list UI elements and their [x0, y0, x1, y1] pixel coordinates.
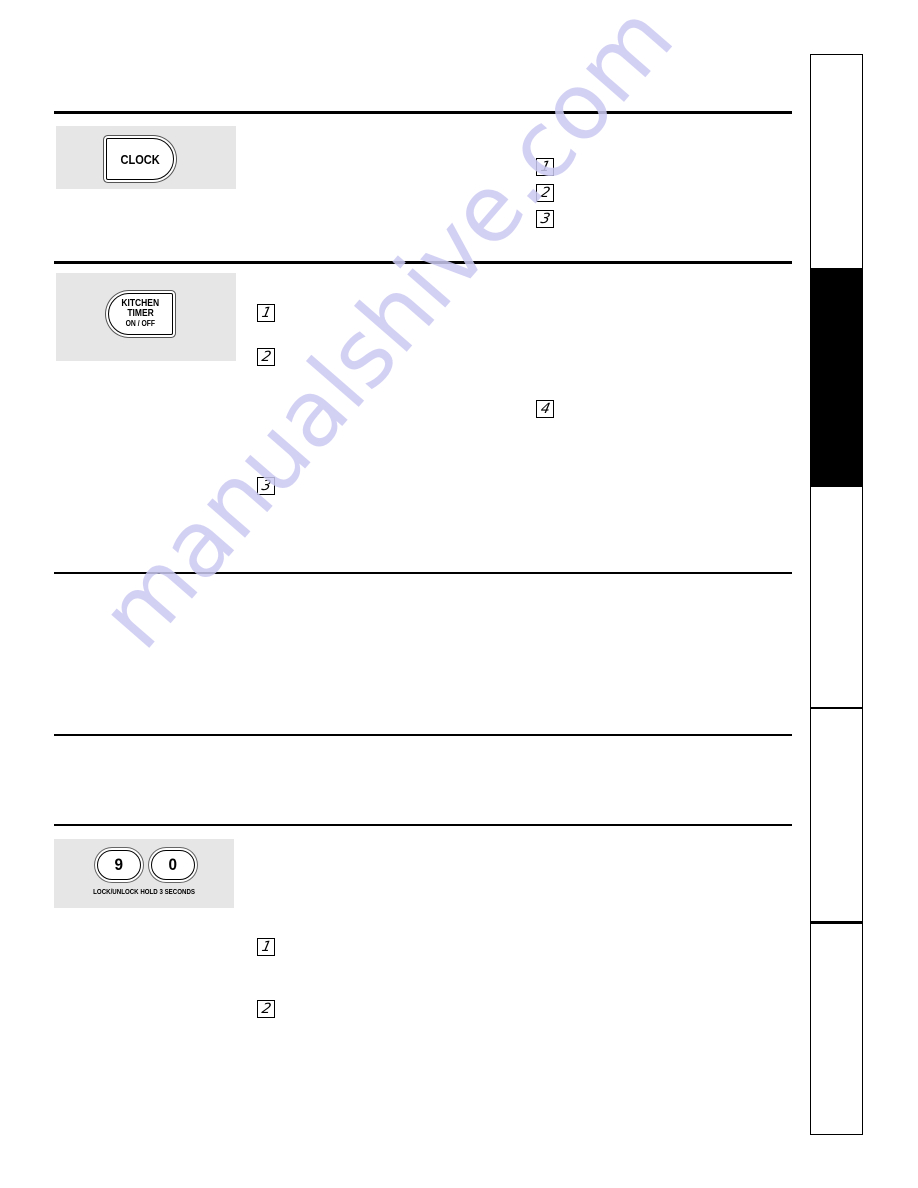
section-divider-4 — [54, 734, 792, 736]
clock-step-3: 3 — [536, 210, 554, 228]
clock-step-1: 1 — [536, 158, 554, 176]
kitchen-timer-key-line-2: TIMER — [127, 308, 154, 319]
timer-step-4: 4 — [536, 400, 554, 418]
section-tab-5[interactable] — [811, 924, 862, 1133]
clock-key-label: CLOCK — [120, 151, 160, 167]
nine-key-icon: 9 — [97, 850, 141, 880]
kitchen-timer-key-icon: KITCHEN TIMER ON / OFF — [108, 293, 173, 335]
clock-step-2: 2 — [536, 184, 554, 202]
timer-step-2: 2 — [257, 348, 275, 366]
section-tab-column — [810, 54, 863, 1135]
lock-caption: LOCK/UNLOCK HOLD 3 SECONDS — [93, 887, 195, 896]
clock-key-icon: CLOCK — [106, 138, 174, 180]
section-tab-4[interactable] — [811, 709, 862, 922]
lock-illustration-panel — [54, 839, 234, 908]
zero-key-icon: 0 — [151, 850, 195, 880]
lock-step-2: 2 — [257, 1000, 275, 1018]
section-tab-1[interactable] — [811, 55, 862, 266]
section-divider-top — [54, 111, 792, 114]
timer-step-3: 3 — [257, 477, 275, 495]
section-divider-3 — [54, 572, 792, 574]
section-tab-3[interactable] — [811, 487, 862, 707]
kitchen-timer-key-line-3: ON / OFF — [125, 319, 156, 328]
section-divider-lock — [54, 824, 792, 826]
lock-step-1: 1 — [257, 938, 275, 956]
section-tab-2-active[interactable] — [811, 268, 862, 487]
section-divider-timer — [54, 261, 792, 264]
timer-step-1: 1 — [257, 304, 275, 322]
